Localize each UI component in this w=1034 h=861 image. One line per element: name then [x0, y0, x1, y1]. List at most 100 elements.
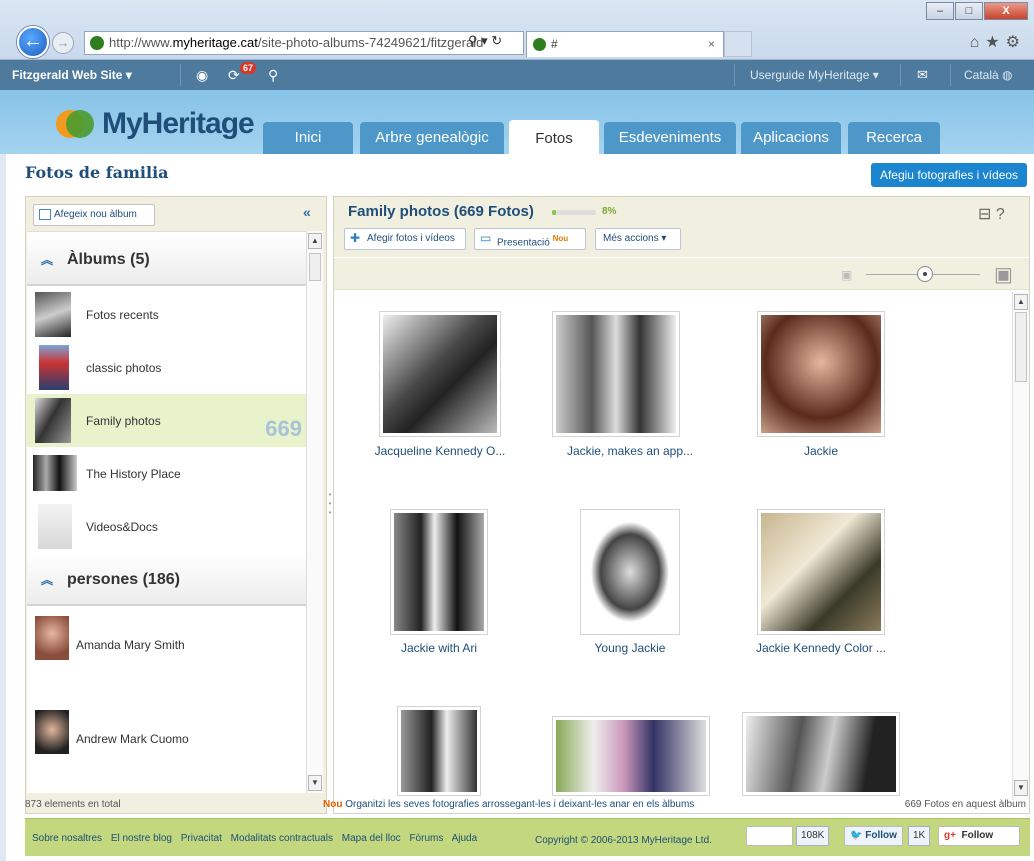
albums-scrollbar[interactable]: ▲ ▼ — [306, 231, 323, 793]
site-selector[interactable]: Fitzgerald Web Site ▾ — [12, 60, 132, 90]
album-thumbnail — [38, 504, 72, 549]
photo-thumbnail[interactable] — [757, 311, 885, 437]
twitter-follow-button[interactable]: 🐦 Follow — [844, 826, 903, 846]
person-thumbnail — [35, 710, 69, 754]
album-item-family-photos[interactable]: Family photos 669 — [27, 394, 306, 447]
photo-caption[interactable]: Jackie — [736, 444, 906, 458]
people-section-header[interactable]: ︽ persones (186) — [27, 554, 306, 606]
scroll-thumb[interactable] — [309, 253, 321, 281]
photo-thumbnail[interactable] — [757, 509, 885, 635]
person-item-andrew[interactable]: Andrew Mark Cuomo — [27, 702, 306, 792]
footer-link-blog[interactable]: El nostre blog — [111, 833, 172, 844]
nav-tab-arbre[interactable]: Arbre genealògic — [360, 122, 504, 154]
tab-close-icon[interactable]: × — [708, 32, 715, 56]
photo-thumbnail[interactable] — [379, 311, 501, 437]
photo-thumbnail[interactable] — [397, 706, 481, 796]
scroll-up-icon[interactable]: ▲ — [1014, 294, 1028, 310]
notes-icon[interactable]: ◉ — [196, 60, 208, 90]
nav-tab-inici[interactable]: Inici — [263, 122, 353, 154]
address-bar[interactable]: http://www.myheritage.cat/site-photo-alb… — [84, 31, 524, 55]
photo-caption[interactable]: Jackie Kennedy Color ... — [736, 641, 906, 655]
site-favicon-icon — [90, 36, 104, 50]
back-button[interactable]: ← — [17, 26, 49, 58]
forward-button[interactable]: → — [52, 32, 74, 54]
footer-link-forums[interactable]: Fòrums — [409, 833, 443, 844]
photo-caption[interactable]: Jackie with Ari — [354, 641, 524, 655]
footer-link-help[interactable]: Ajuda — [452, 833, 478, 844]
twitter-count: 1K — [908, 826, 931, 846]
notifications-icon[interactable]: ⟳ 67 — [228, 60, 257, 90]
add-photos-videos-button[interactable]: Afegiu fotografies i vídeos — [871, 163, 1027, 187]
scroll-thumb[interactable] — [1015, 312, 1027, 382]
close-window-button[interactable]: X — [984, 2, 1028, 20]
album-label: The History Place — [86, 467, 181, 481]
album-thumbnail — [35, 292, 71, 337]
tip-text: Organitzi les seves fotografies arrosseg… — [345, 799, 695, 810]
slideshow-button[interactable]: ▭ Presentació Nou — [474, 228, 586, 250]
mail-icon[interactable]: ✉ — [917, 60, 928, 90]
add-photos-button[interactable]: ✚ Afegir fotos i vídeos — [344, 228, 466, 250]
myheritage-logo[interactable]: MyHeritage — [56, 104, 255, 144]
photo-thumbnail[interactable] — [742, 712, 900, 796]
nav-tab-recerca[interactable]: Recerca — [848, 122, 940, 154]
footer-link-about[interactable]: Sobre nosaltres — [32, 833, 102, 844]
help-icon[interactable]: ? — [996, 206, 1005, 223]
new-album-button[interactable]: Afegeix nou àlbum — [33, 204, 155, 226]
tip-new-badge: Nou — [323, 799, 343, 810]
footer-link-sitemap[interactable]: Mapa del lloc — [342, 833, 401, 844]
browser-tools-icons[interactable]: ⌂★⚙ — [970, 32, 1026, 52]
photo-caption[interactable]: Young Jackie — [545, 641, 715, 655]
gplus-follow-button[interactable]: g+ Follow — [938, 826, 1020, 846]
photos-scrollbar[interactable]: ▲ ▼ — [1012, 292, 1029, 800]
minimize-button[interactable]: – — [926, 2, 954, 20]
nav-tab-aplicacions[interactable]: Aplicacions — [741, 122, 841, 154]
screen-icon: ▭ — [480, 231, 492, 245]
like-count: 108K — [796, 826, 830, 846]
small-thumbs-icon[interactable]: ▣ — [841, 268, 859, 282]
language-selector[interactable]: Català ◍ — [964, 60, 1013, 90]
twitter-follow-label: Follow — [865, 830, 897, 841]
album-item-classic-photos[interactable]: classic photos — [27, 341, 306, 394]
view-mode-icon[interactable]: ⊟ — [978, 206, 991, 223]
nav-tab-fotos[interactable]: Fotos — [509, 120, 599, 154]
new-album-label: Afegeix nou àlbum — [54, 209, 137, 220]
window-controls: – □ X — [925, 2, 1028, 20]
person-item-amanda[interactable]: Amanda Mary Smith — [27, 608, 306, 698]
progress-fill — [552, 210, 556, 215]
album-help-icons[interactable]: ⊟ ? — [978, 204, 1005, 224]
photo-thumbnail[interactable] — [580, 509, 680, 635]
more-actions-dropdown[interactable]: Més accions ▾ — [595, 228, 681, 250]
add-photos-label: Afegir fotos i vídeos — [367, 233, 455, 244]
album-item-videos-docs[interactable]: Videos&Docs — [27, 500, 306, 553]
zoom-slider-handle[interactable] — [917, 266, 933, 282]
search-refresh-icon[interactable]: ⚲ ▾ ↻ — [468, 33, 502, 49]
album-progress-bar — [552, 210, 596, 215]
scroll-up-icon[interactable]: ▲ — [308, 233, 322, 249]
album-item-history-place[interactable]: The History Place — [27, 447, 306, 500]
people-header-label: persones (186) — [67, 571, 180, 588]
user-menu[interactable]: Userguide MyHeritage ▾ — [750, 60, 879, 90]
photo-thumbnail[interactable] — [390, 509, 488, 635]
facebook-like-button[interactable] — [746, 826, 793, 846]
browser-tab[interactable]: # × — [526, 31, 724, 57]
albums-header-label: Àlbums (5) — [67, 251, 150, 268]
scroll-down-icon[interactable]: ▼ — [1014, 780, 1028, 796]
footer-link-terms[interactable]: Modalitats contractuals — [231, 833, 333, 844]
photo-thumbnail[interactable] — [552, 311, 680, 437]
album-label: Videos&Docs — [86, 520, 158, 534]
album-item-fotos-recents[interactable]: Fotos recents — [27, 288, 306, 341]
photo-caption[interactable]: Jackie, makes an app... — [545, 444, 715, 458]
scroll-down-icon[interactable]: ▼ — [308, 775, 322, 791]
nav-tab-esdeveniments[interactable]: Esdeveniments — [604, 122, 736, 154]
albums-section-header[interactable]: ︽ Àlbums (5) — [27, 234, 306, 286]
collapse-panel-button[interactable]: « — [303, 204, 311, 220]
footer-link-privacy[interactable]: Privacitat — [181, 833, 222, 844]
photo-caption[interactable]: Jacqueline Kennedy O... — [355, 444, 525, 458]
maximize-button[interactable]: □ — [955, 2, 983, 20]
large-thumbs-icon[interactable]: ▣ — [994, 262, 1024, 286]
total-elements: 873 elements en total — [25, 799, 121, 810]
photo-thumbnail[interactable] — [552, 716, 710, 796]
search-icon[interactable]: ⚲ — [268, 60, 278, 90]
new-tab-button[interactable] — [724, 31, 752, 57]
twitter-icon: 🐦 — [850, 830, 863, 841]
